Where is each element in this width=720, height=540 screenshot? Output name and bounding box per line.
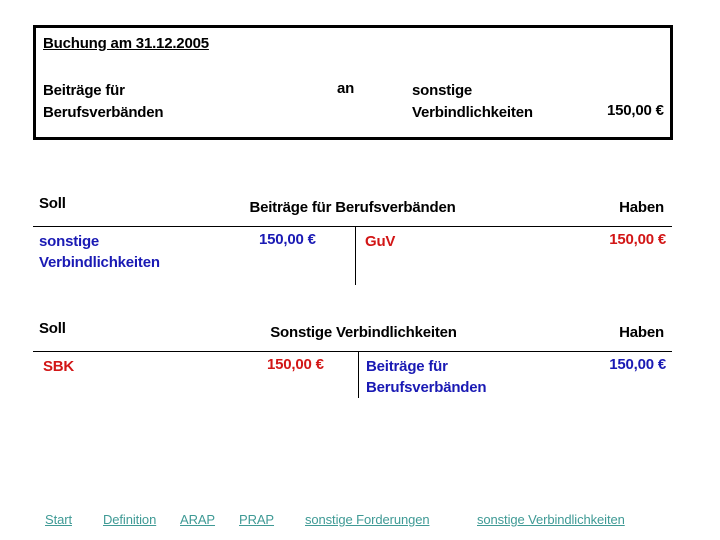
- journal-debit-account: Beiträge für Berufsverbänden: [43, 82, 164, 121]
- slide-canvas: Buchung am 31.12.2005 Beiträge für Beruf…: [0, 0, 720, 540]
- t-account-debit-label: SBK: [43, 358, 75, 375]
- t-account-header: Soll Sonstige Verbindlichkeiten Haben: [33, 320, 672, 346]
- journal-connector: an: [337, 80, 355, 97]
- booking-entry-box: Buchung am 31.12.2005 Beiträge für Beruf…: [33, 25, 673, 140]
- t-account-beitraege: Soll Beiträge für Berufsverbänden Haben …: [33, 195, 672, 285]
- nav-link-prap[interactable]: PRAP: [239, 512, 274, 527]
- nav-link-sonstige-verbindlichkeiten[interactable]: sonstige Verbindlichkeiten: [477, 512, 625, 527]
- nav-link-start[interactable]: Start: [45, 512, 72, 527]
- t-account-credit-header: Haben: [619, 324, 664, 341]
- nav-link-definition[interactable]: Definition: [103, 512, 156, 527]
- t-account-credit-header: Haben: [619, 199, 664, 216]
- footer-nav: Start Definition ARAP PRAP sonstige Forderun…: [33, 512, 681, 534]
- t-account-vertical-divider: [358, 352, 359, 398]
- journal-entry-row: Beiträge für Berufsverbänden an sonstige…: [43, 80, 669, 132]
- t-account-debit-amount: 150,00 €: [267, 356, 324, 373]
- t-account-sonstige-verbindlichkeiten: Soll Sonstige Verbindlichkeiten Haben SB…: [33, 320, 672, 398]
- t-account-title: Sonstige Verbindlichkeiten: [270, 324, 457, 341]
- t-account-credit-label: Beiträge für Berufsverbänden: [366, 358, 487, 396]
- t-account-title: Beiträge für Berufsverbänden: [249, 199, 456, 216]
- t-account-credit-label: GuV: [365, 233, 396, 250]
- t-account-debit-amount: 150,00 €: [259, 231, 316, 248]
- t-account-debit-label: sonstige Verbindlichkeiten: [39, 233, 160, 271]
- t-account-body: SBK 150,00 € Beiträge für Berufsverbände…: [33, 352, 672, 414]
- booking-title: Buchung am 31.12.2005: [43, 35, 209, 52]
- nav-link-arap[interactable]: ARAP: [180, 512, 215, 527]
- t-account-credit-amount: 150,00 €: [609, 231, 666, 248]
- journal-amount: 150,00 €: [607, 102, 664, 119]
- journal-credit-account: sonstige Verbindlichkeiten: [412, 82, 533, 121]
- nav-link-sonstige-forderungen[interactable]: sonstige Forderungen: [305, 512, 430, 527]
- t-account-header: Soll Beiträge für Berufsverbänden Haben: [33, 195, 672, 221]
- t-account-body: sonstige Verbindlichkeiten 150,00 € GuV …: [33, 227, 672, 289]
- t-account-credit-amount: 150,00 €: [609, 356, 666, 373]
- t-account-vertical-divider: [355, 227, 356, 285]
